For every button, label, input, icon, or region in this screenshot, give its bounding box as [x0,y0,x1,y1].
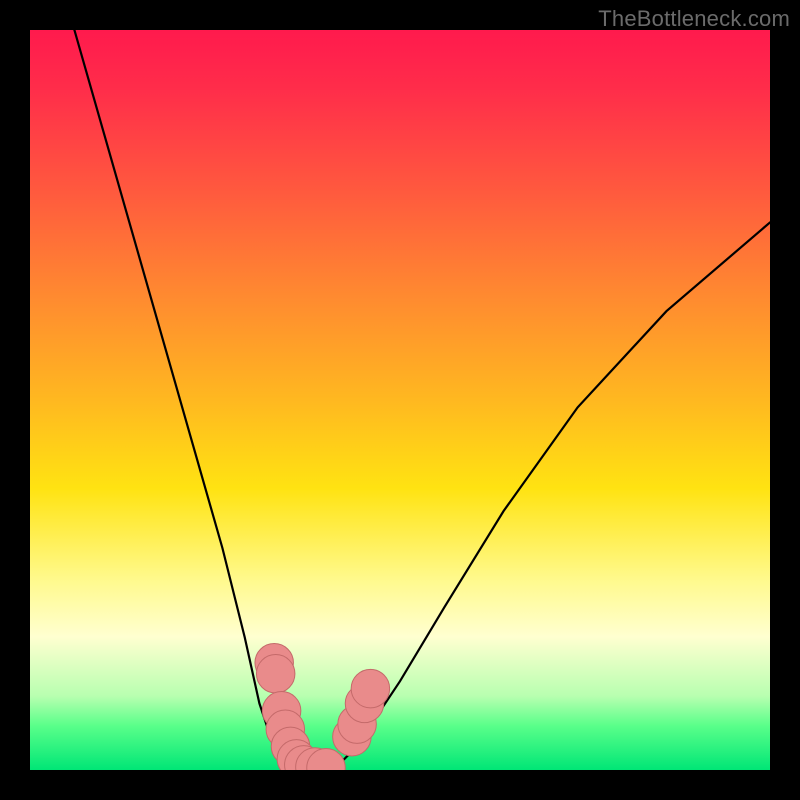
left-marker-group [256,655,294,693]
v-curve [74,30,770,770]
marker-group [255,643,390,770]
watermark-text: TheBottleneck.com [598,6,790,32]
plot-area [30,30,770,770]
chart-frame: TheBottleneck.com [0,0,800,800]
right-marker-group [351,669,389,707]
curve-layer [30,30,770,770]
bottleneck-curve [74,30,770,770]
